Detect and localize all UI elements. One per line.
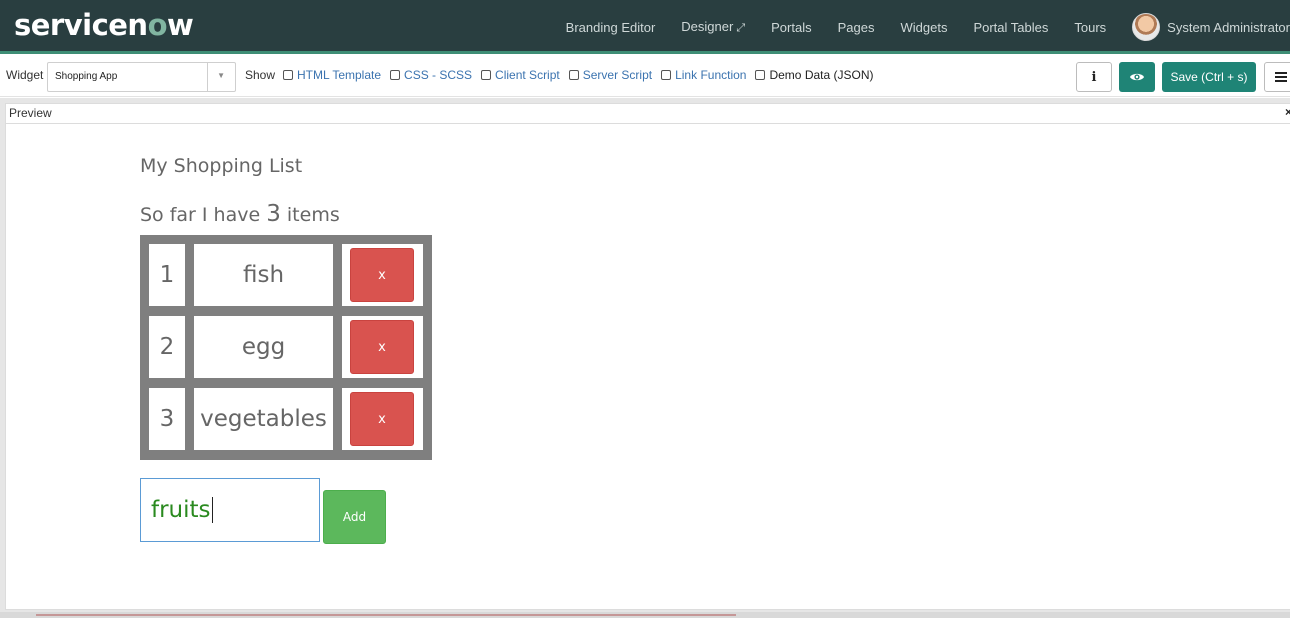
toggle-css-scss[interactable]: CSS - SCSS <box>390 68 472 82</box>
nav-designer[interactable]: Designer ⤢ <box>681 19 745 35</box>
page-title: My Shopping List <box>140 155 303 177</box>
avatar[interactable] <box>1132 13 1161 41</box>
taskbar-edge <box>36 614 736 616</box>
preview-toggle-button[interactable] <box>1119 62 1155 92</box>
count-prefix: So far I have <box>140 204 261 226</box>
preview-title: Preview <box>9 106 52 120</box>
remove-item-button[interactable]: x <box>350 248 414 302</box>
close-icon[interactable]: × <box>1285 105 1290 119</box>
toggle-link-function[interactable]: Link Function <box>661 68 746 82</box>
save-button[interactable]: Save (Ctrl + s) <box>1162 62 1256 92</box>
toggle-demo-data[interactable]: Demo Data (JSON) <box>755 68 874 82</box>
remove-item-button[interactable]: x <box>350 392 414 446</box>
checkbox[interactable] <box>481 70 492 80</box>
hamburger-menu-icon <box>1275 72 1287 82</box>
show-toggles: HTML Template CSS - SCSS Client Script S… <box>283 68 883 82</box>
item-remove-cell: x <box>342 388 423 450</box>
item-name: vegetables <box>194 388 333 450</box>
nav-branding-editor[interactable]: Branding Editor <box>566 20 656 35</box>
add-item-button[interactable]: Add <box>323 490 386 544</box>
checkbox[interactable] <box>390 70 401 80</box>
servicenow-logo[interactable]: servicenow <box>14 8 194 42</box>
user-menu[interactable]: System Administrator <box>1132 13 1290 41</box>
text-caret <box>211 497 213 523</box>
item-index: 1 <box>149 244 185 306</box>
widget-select[interactable]: Shopping App ▼ <box>47 62 236 92</box>
new-item-value: fruits <box>151 497 211 523</box>
checkbox[interactable] <box>755 70 766 80</box>
shopping-list-table: 1 fish x 2 egg x 3 vegetables x <box>140 235 432 460</box>
item-remove-cell: x <box>342 316 423 378</box>
show-label: Show <box>245 68 276 82</box>
checkbox[interactable] <box>568 70 579 80</box>
item-name: fish <box>194 244 333 306</box>
item-index: 3 <box>149 388 185 450</box>
item-remove-cell: x <box>342 244 423 306</box>
preview-header: Preview × <box>6 104 1290 124</box>
top-nav: Branding Editor Designer ⤢ Portals Pages … <box>566 0 1290 54</box>
remove-item-button[interactable]: x <box>350 320 414 374</box>
menu-button[interactable] <box>1264 62 1290 92</box>
checkbox[interactable] <box>661 70 672 80</box>
toggle-server-script[interactable]: Server Script <box>568 68 652 82</box>
top-header: servicenow Branding Editor Designer ⤢ Por… <box>0 0 1290 54</box>
widget-label: Widget <box>6 68 44 82</box>
toggle-html-template[interactable]: HTML Template <box>283 68 381 82</box>
user-name: System Administrator <box>1167 19 1290 35</box>
item-count-line: So far I have 3 items <box>140 201 340 227</box>
item-name: egg <box>194 316 333 378</box>
toggle-client-script[interactable]: Client Script <box>481 68 560 82</box>
select-divider <box>207 63 208 91</box>
nav-pages[interactable]: Pages <box>838 20 875 35</box>
count-suffix: items <box>286 204 340 226</box>
nav-widgets[interactable]: Widgets <box>900 20 947 35</box>
nav-tours[interactable]: Tours <box>1074 20 1106 35</box>
item-index: 2 <box>149 316 185 378</box>
new-item-input[interactable]: fruits <box>140 478 320 542</box>
nav-portals[interactable]: Portals <box>771 20 811 35</box>
bottom-strip <box>0 612 1290 618</box>
widget-select-value: Shopping App <box>55 71 118 82</box>
eye-icon <box>1130 73 1144 81</box>
editor-toolbar: Widget Shopping App ▼ Show HTML Template… <box>0 57 1290 97</box>
info-button[interactable]: i <box>1076 62 1112 92</box>
info-icon: i <box>1091 69 1097 85</box>
external-link-icon: ⤢ <box>736 22 746 34</box>
nav-portal-tables[interactable]: Portal Tables <box>973 20 1048 35</box>
dropdown-arrow-icon[interactable]: ▼ <box>217 71 225 80</box>
item-count: 3 <box>266 201 281 227</box>
checkbox[interactable] <box>283 70 293 80</box>
